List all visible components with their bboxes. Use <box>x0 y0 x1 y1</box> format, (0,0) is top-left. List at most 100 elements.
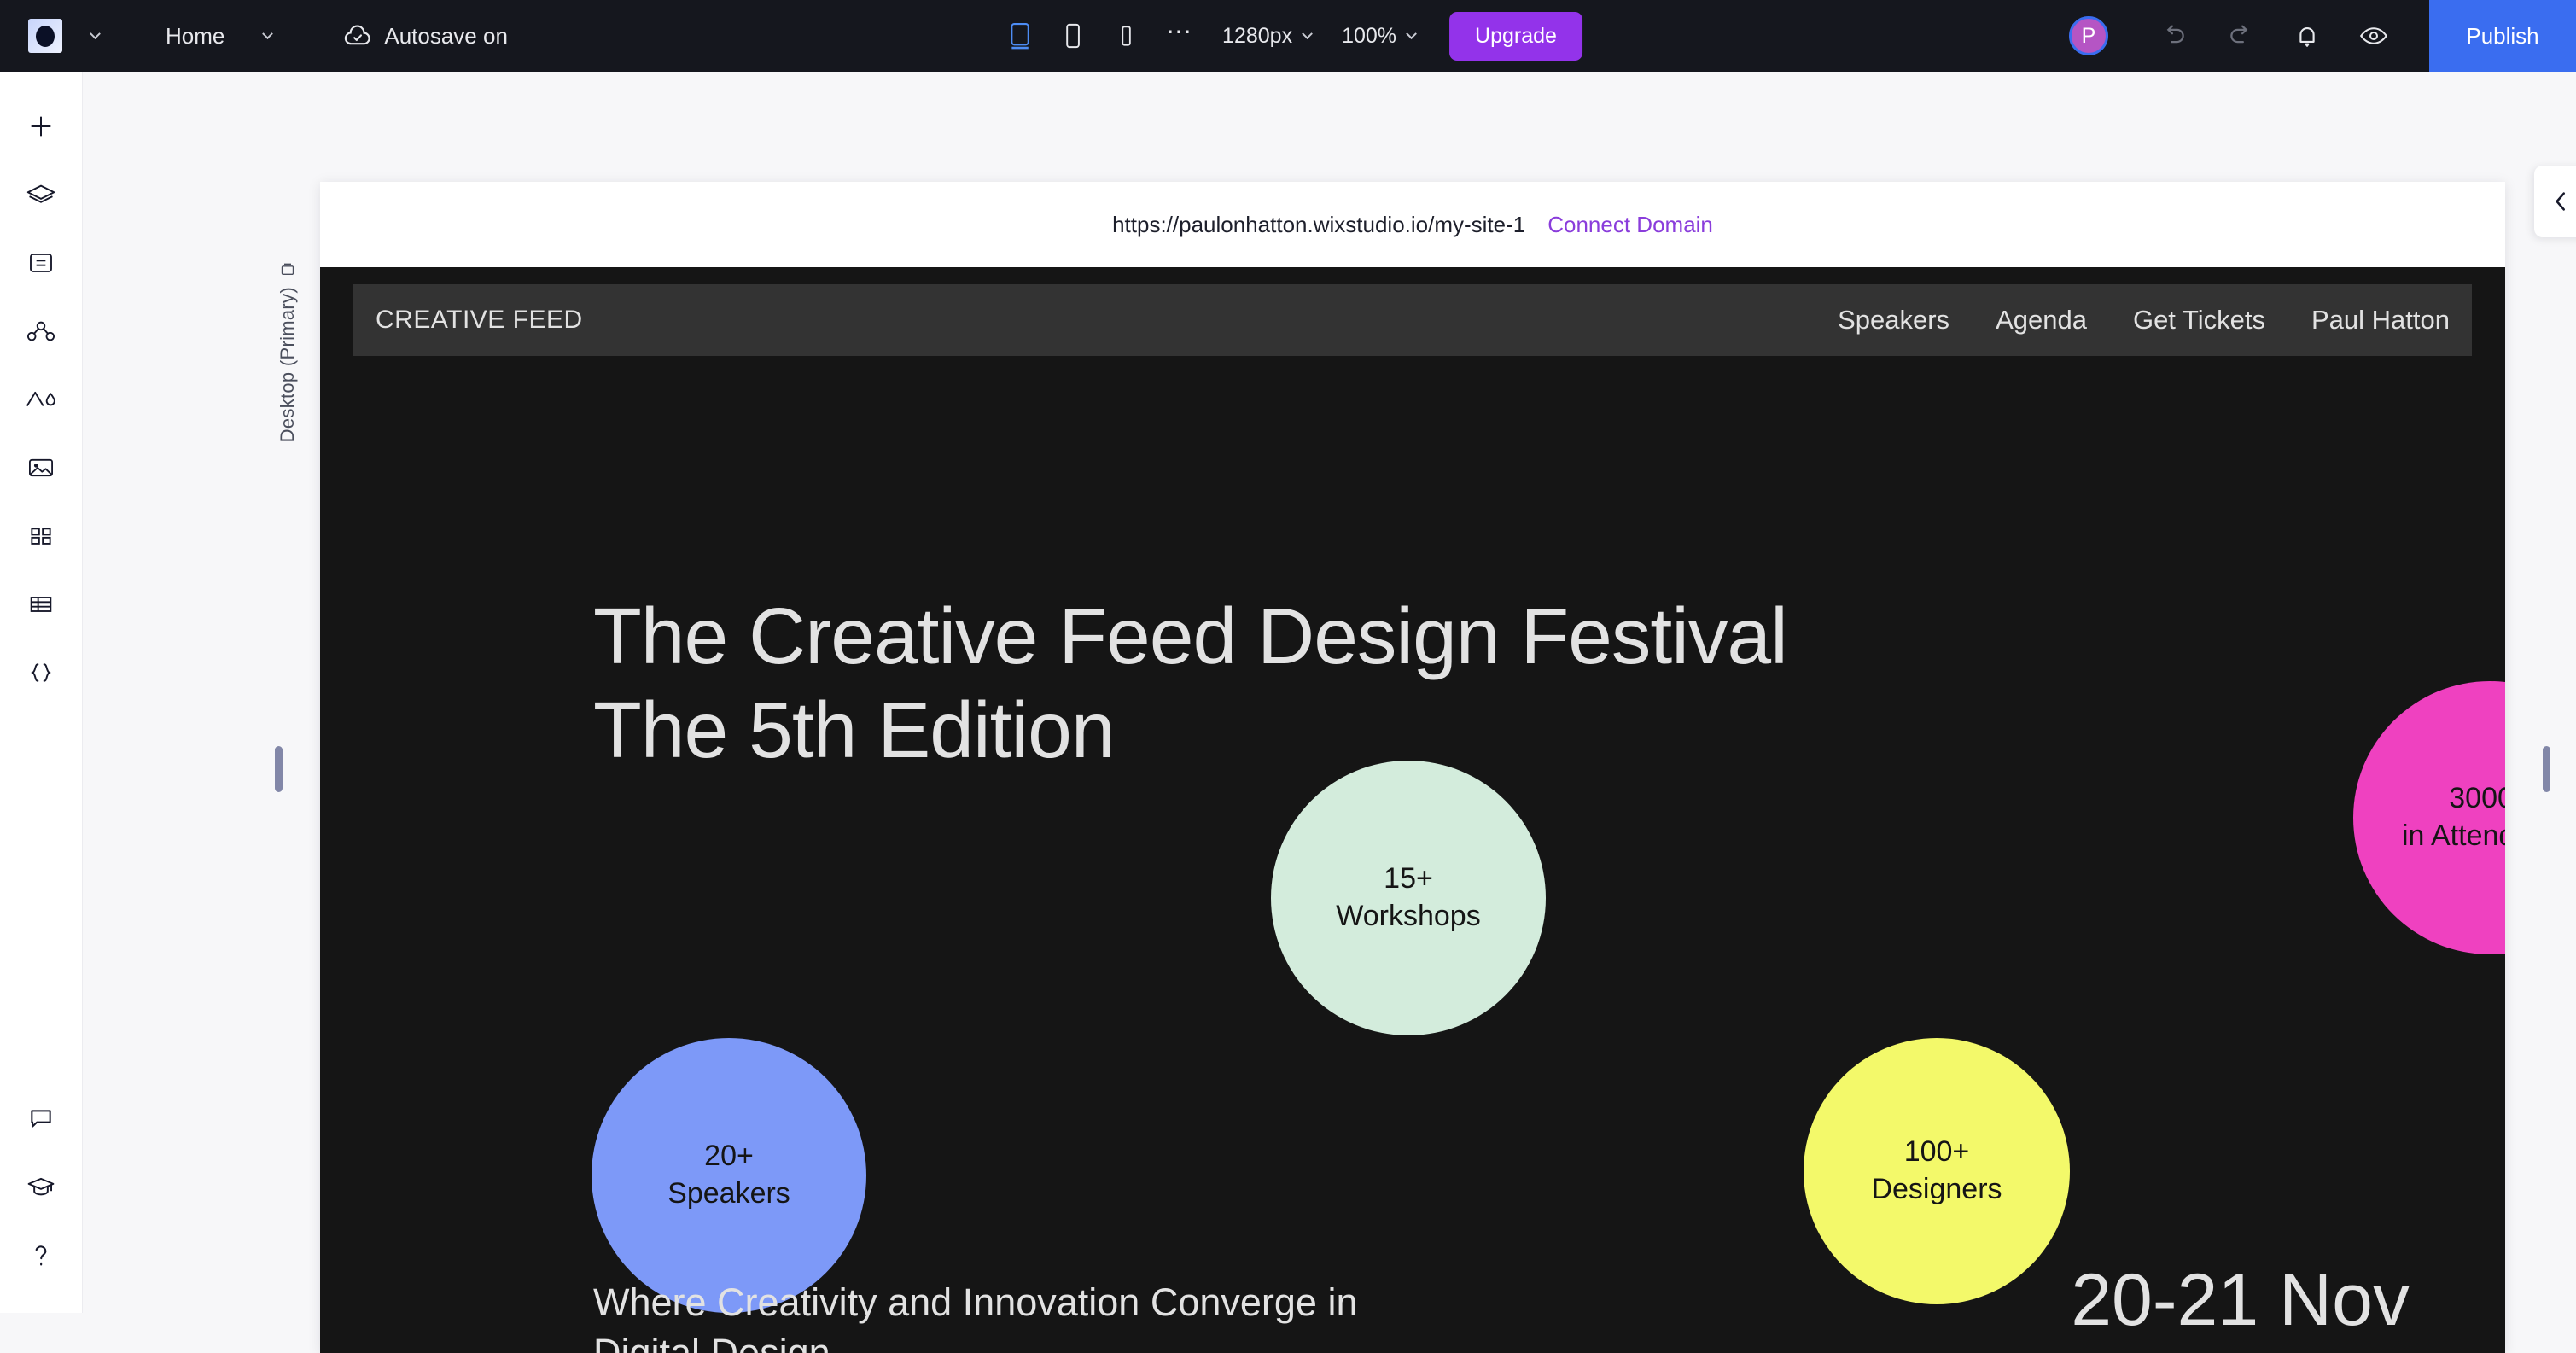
sidebar-item-comments[interactable] <box>14 1084 68 1152</box>
stat-bubble-speakers[interactable]: 20+ Speakers <box>592 1038 866 1313</box>
pages-icon <box>30 254 52 272</box>
media-image-icon <box>29 458 53 477</box>
canvas-resize-handle-right[interactable] <box>2543 746 2550 792</box>
graduation-cap-icon <box>27 1177 55 1196</box>
publish-button[interactable]: Publish <box>2429 0 2576 72</box>
nav-link-paul-hatton[interactable]: Paul Hatton <box>2288 305 2472 335</box>
upgrade-button[interactable]: Upgrade <box>1449 11 1582 61</box>
redo-arrow-icon <box>2230 25 2248 44</box>
site-styles-icon <box>26 391 55 406</box>
hero-heading-line-1: The Creative Feed Design Festival <box>593 592 1788 680</box>
stat-value: 100+ <box>1903 1135 1970 1169</box>
nav-link-agenda[interactable]: Agenda <box>1973 305 2110 335</box>
sidebar-item-help[interactable] <box>14 1221 68 1289</box>
event-date[interactable]: 20-21 Nov 2035 <box>2071 1253 2410 1353</box>
top-bar-left-group: Home Autosave on <box>0 0 516 72</box>
page-selector-label: Home <box>166 22 225 49</box>
breakpoint-label[interactable]: Desktop (Primary) <box>277 261 299 442</box>
breakpoint-value: 1280px <box>1222 23 1293 48</box>
hero-subheading-line-1: Where Creativity and Innovation Converge… <box>593 1280 1358 1324</box>
hero-heading-line-2: The 5th Edition <box>593 685 1116 774</box>
breakpoint-label-text: Desktop (Primary) <box>277 287 298 443</box>
stat-bubble-workshops[interactable]: 15+ Workshops <box>1271 761 1546 1035</box>
top-bar-right-group: P Publish <box>2069 0 2576 72</box>
device-mobile-button[interactable] <box>1099 14 1152 58</box>
plus-add-icon <box>31 116 51 137</box>
autosave-status: Autosave on <box>335 0 516 72</box>
site-preview-frame: https://paulonhatton.wixstudio.io/my-sit… <box>320 182 2505 1353</box>
device-desktop-button[interactable] <box>994 14 1046 58</box>
logo-glyph <box>36 25 55 47</box>
device-tablet-button[interactable] <box>1046 14 1099 58</box>
left-tool-rail <box>0 72 82 1313</box>
hero-subheading[interactable]: Where Creativity and Innovation Converge… <box>593 1277 1357 1353</box>
page-selector[interactable]: Home <box>157 0 280 72</box>
connect-domain-link[interactable]: Connect Domain <box>1547 212 1713 238</box>
mobile-icon <box>1121 26 1131 46</box>
eye-icon <box>2359 27 2388 44</box>
sidebar-item-add-elements[interactable] <box>14 92 68 160</box>
question-mark-icon <box>35 1245 47 1266</box>
layers-icon <box>26 184 55 203</box>
editor-canvas-stage: Desktop (Primary) https://paulonhatton.w… <box>82 72 2576 1353</box>
top-bar-center-group: ⋯ 1280px 100% Upgrade <box>994 11 1582 61</box>
site-content: CREATIVE FEED Speakers Agenda Get Ticket… <box>320 267 2505 1353</box>
site-menu-chevron[interactable] <box>81 0 109 72</box>
redo-button[interactable] <box>2218 13 2264 59</box>
hero-subheading-line-2: Digital Design <box>593 1331 830 1353</box>
ellipsis-icon[interactable]: ⋯ <box>1152 17 1207 55</box>
nav-link-get-tickets[interactable]: Get Tickets <box>2110 305 2288 335</box>
sidebar-item-pages[interactable] <box>14 229 68 297</box>
stat-value: 3000+ <box>2449 782 2505 815</box>
collapse-right-panel-button[interactable] <box>2534 166 2576 237</box>
event-date-line-1: 20-21 Nov <box>2071 1259 2410 1341</box>
wix-studio-logo-icon[interactable] <box>28 19 62 53</box>
bell-icon <box>2299 27 2315 47</box>
undo-arrow-icon <box>2166 25 2184 44</box>
site-nav-links: Speakers Agenda Get Tickets Paul Hatton <box>1815 305 2472 335</box>
site-url-bar: https://paulonhatton.wixstudio.io/my-sit… <box>320 182 2505 267</box>
breakpoint-selector[interactable]: 1280px <box>1207 24 1326 49</box>
cloud-check-icon <box>345 25 371 45</box>
stat-value: 20+ <box>704 1140 754 1173</box>
stat-label: in Attendance <box>2401 819 2505 852</box>
autosave-label: Autosave on <box>384 22 508 49</box>
sidebar-item-apps[interactable] <box>14 502 68 570</box>
rail-bottom-group <box>14 1084 68 1313</box>
site-navigation-bar: CREATIVE FEED Speakers Agenda Get Ticket… <box>353 284 2472 356</box>
sidebar-item-site-styles[interactable] <box>14 365 68 434</box>
editor-top-bar: Home Autosave on ⋯ 1280px 100% Upgrade P… <box>0 0 2576 72</box>
desktop-icon <box>1011 23 1029 50</box>
stat-label: Workshops <box>1336 900 1481 932</box>
sidebar-item-dev-mode[interactable] <box>14 639 68 707</box>
zoom-selector[interactable]: 100% <box>1326 24 1431 49</box>
tablet-icon <box>1066 23 1080 49</box>
event-date-line-2: 2035 <box>2071 1349 2410 1353</box>
notifications-button[interactable] <box>2284 13 2330 59</box>
nav-link-speakers[interactable]: Speakers <box>1815 305 1973 335</box>
stat-label: Designers <box>1871 1173 2002 1205</box>
stat-label: Speakers <box>667 1177 790 1210</box>
stat-bubble-designers[interactable]: 100+ Designers <box>1804 1038 2070 1304</box>
sidebar-item-cms[interactable] <box>14 297 68 365</box>
zoom-value: 100% <box>1342 23 1397 48</box>
cms-content-icon <box>26 321 55 341</box>
sidebar-item-learn[interactable] <box>14 1152 68 1221</box>
chevron-left-icon <box>2556 192 2565 211</box>
comment-bubble-icon <box>31 1110 51 1128</box>
sidebar-item-layers[interactable] <box>14 160 68 229</box>
stat-bubble-attendance[interactable]: 3000+ in Attendance <box>2353 681 2505 954</box>
chevron-down-icon <box>90 27 101 39</box>
site-brand[interactable]: CREATIVE FEED <box>376 306 583 335</box>
desktop-small-icon <box>281 263 294 275</box>
chevron-down-icon <box>1406 27 1417 39</box>
preview-button[interactable] <box>2351 13 2397 59</box>
sidebar-item-table[interactable] <box>14 570 68 639</box>
stat-value: 15+ <box>1384 862 1433 895</box>
undo-button[interactable] <box>2151 13 2197 59</box>
sidebar-item-media[interactable] <box>14 434 68 502</box>
chevron-down-icon <box>1302 27 1313 39</box>
hero-heading[interactable]: The Creative Feed Design Festival The 5t… <box>593 590 1788 777</box>
avatar[interactable]: P <box>2069 16 2108 55</box>
canvas-resize-handle-left[interactable] <box>275 746 283 792</box>
